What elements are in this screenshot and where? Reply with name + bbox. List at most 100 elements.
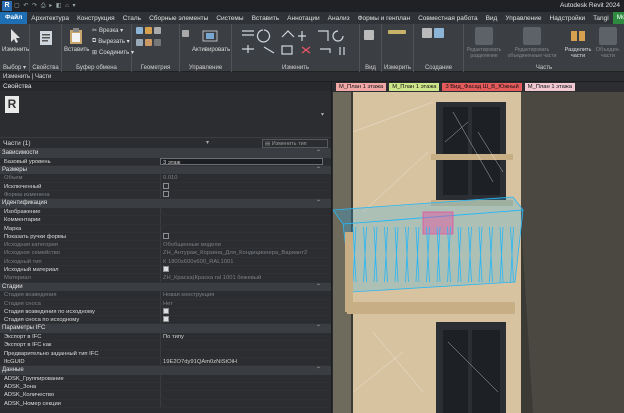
property-value[interactable] (160, 316, 331, 324)
property-checkbox[interactable] (163, 316, 169, 323)
category-header[interactable]: Стадии ⌃ (0, 282, 331, 292)
edit-division-button[interactable]: Редактировать разделение (466, 27, 502, 59)
property-value[interactable] (160, 307, 331, 316)
facade-3d-view[interactable] (333, 92, 624, 413)
type-scroll-icon[interactable]: ▾ (321, 111, 327, 119)
property-value[interactable] (160, 391, 331, 399)
divide-parts-button[interactable]: Разделить части (564, 27, 592, 59)
type-selector[interactable]: Части (1) (3, 140, 31, 147)
category-header[interactable]: Зависимости ⌃ (0, 149, 331, 158)
activate-button[interactable]: Активировать (192, 27, 230, 53)
view-tab[interactable]: М_План 1 этажа (336, 83, 387, 91)
collapse-icon[interactable]: ⌃ (316, 199, 321, 208)
cut-button[interactable]: ⧉ Вырезать ▾ (92, 38, 130, 45)
cursor-arrow-icon (11, 29, 20, 43)
properties-button[interactable] (34, 29, 58, 49)
hide-icon (364, 30, 374, 40)
property-value[interactable] (160, 399, 331, 407)
merge-parts-button[interactable]: Объедин. части (594, 27, 622, 59)
join-button[interactable]: ⊞ Соединить ▾ (92, 49, 134, 56)
category-header[interactable]: Данные ⌃ (0, 366, 331, 375)
tab-2[interactable]: Сталь (119, 15, 145, 22)
edit-merged-label: Редактировать объединенные части (507, 47, 557, 59)
property-value[interactable] (160, 182, 331, 191)
property-value[interactable] (160, 216, 331, 224)
modify-tools-icons[interactable] (238, 27, 356, 61)
category-header[interactable]: Параметры IFC ⌃ (0, 324, 331, 334)
property-name: Исходная категория (4, 242, 58, 249)
tab-14[interactable]: ModPlus (612, 12, 624, 24)
collapse-icon[interactable]: ⌃ (316, 166, 321, 175)
create-tools[interactable] (422, 28, 444, 38)
edit-merged-button[interactable]: Редактировать объединенные части (506, 27, 558, 59)
tab-1[interactable]: Конструкция (73, 15, 119, 22)
view-tab[interactable]: М_План 1 этажа (524, 83, 575, 91)
modify-button[interactable]: Изменить (2, 27, 30, 53)
property-value[interactable] (160, 349, 331, 357)
property-value[interactable] (160, 383, 331, 391)
app-title: Autodesk Revit 2024 (560, 2, 620, 9)
property-value[interactable]: По типу (160, 333, 331, 341)
category-header[interactable]: Идентификация ⌃ (0, 199, 331, 208)
activate-icon (202, 30, 218, 42)
collapse-icon[interactable]: ⌃ (316, 149, 321, 158)
view-tab[interactable]: 3 Вид_Фасад Ш_В_Южный (442, 83, 522, 91)
split-icon (263, 46, 275, 54)
view-tabs: М_План 1 этажа М_План 1 этажа 3 Вид_Фасад … (336, 83, 624, 92)
create-group-label: Создание (424, 65, 453, 71)
quick-access-toolbar[interactable]: ▢ ↶ ↷ ⎙ ▸ ◧ ⌂ ▾ (14, 2, 77, 10)
cope-icon (154, 39, 161, 46)
collapse-icon[interactable]: ⌃ (316, 324, 321, 333)
tab-6[interactable]: Аннотации (283, 15, 324, 22)
tab-8[interactable]: Формы и генплан (354, 15, 415, 22)
view-button[interactable] (364, 30, 374, 40)
tab-4[interactable]: Системы (212, 15, 247, 22)
property-checkbox[interactable] (163, 182, 169, 189)
collapse-icon[interactable]: ⌃ (316, 283, 321, 292)
control-small-buttons[interactable] (182, 30, 189, 37)
revit-logo-icon[interactable]: R (2, 1, 12, 11)
property-value[interactable]: 19E2O7dy91QAm0zNiStOiH (160, 357, 331, 366)
category-header[interactable]: Размеры ⌃ (0, 165, 331, 175)
property-name: Комментарии (4, 217, 41, 224)
group-modify: Изменить (232, 24, 360, 72)
tab-3[interactable]: Сборные элементы (145, 15, 212, 22)
property-checkbox[interactable] (163, 232, 169, 239)
geometry-tools-row2[interactable] (136, 39, 161, 46)
paste-button[interactable]: Вставить (64, 27, 89, 53)
scissors-icon: ✂ (92, 28, 98, 34)
tab-5[interactable]: Вставить (248, 15, 284, 22)
tab-12[interactable]: Надстройки (546, 15, 590, 22)
tab-7[interactable]: Анализ (324, 15, 354, 22)
property-value[interactable]: 3 этаж (160, 157, 323, 165)
tab-9[interactable]: Совместная работа (414, 15, 481, 22)
property-value[interactable] (160, 341, 331, 349)
tab-13[interactable]: Tangl (589, 15, 613, 22)
drawing-viewport[interactable] (333, 92, 624, 413)
property-value[interactable] (160, 224, 331, 232)
property-name: Стадия сноса (4, 300, 41, 307)
view-tab[interactable]: М_План 1 этажа (389, 83, 440, 91)
edit-type-button[interactable]: ▤ Изменить тип (262, 139, 328, 148)
array-icon (281, 45, 293, 55)
property-value[interactable] (160, 207, 331, 216)
select-dropdown[interactable]: Выбор ▾ (0, 64, 29, 71)
group-geometry: Геометрия (132, 24, 180, 72)
tab-11[interactable]: Управление (501, 15, 545, 22)
geometry-tools-row1[interactable] (136, 27, 161, 34)
collapse-icon[interactable]: ⌃ (316, 366, 321, 375)
tab-file[interactable]: Файл (0, 12, 28, 24)
property-value[interactable] (160, 232, 331, 241)
modify-label: Изменить (2, 47, 30, 53)
tab-10[interactable]: Вид (482, 15, 502, 22)
cut-notch-button[interactable]: ✂ Врезка ▾ (92, 27, 123, 34)
property-value[interactable] (160, 266, 331, 274)
property-value-text: Нет (163, 300, 173, 307)
property-checkbox[interactable] (163, 307, 169, 314)
type-filter-dropdown-icon[interactable]: ▾ (206, 139, 216, 148)
property-value[interactable] (160, 374, 331, 383)
measure-button[interactable] (388, 30, 406, 34)
property-checkbox[interactable] (163, 266, 169, 273)
tab-0[interactable]: Архитектура (27, 15, 73, 22)
clipboard-group-label: Буфер обмена (76, 65, 117, 71)
